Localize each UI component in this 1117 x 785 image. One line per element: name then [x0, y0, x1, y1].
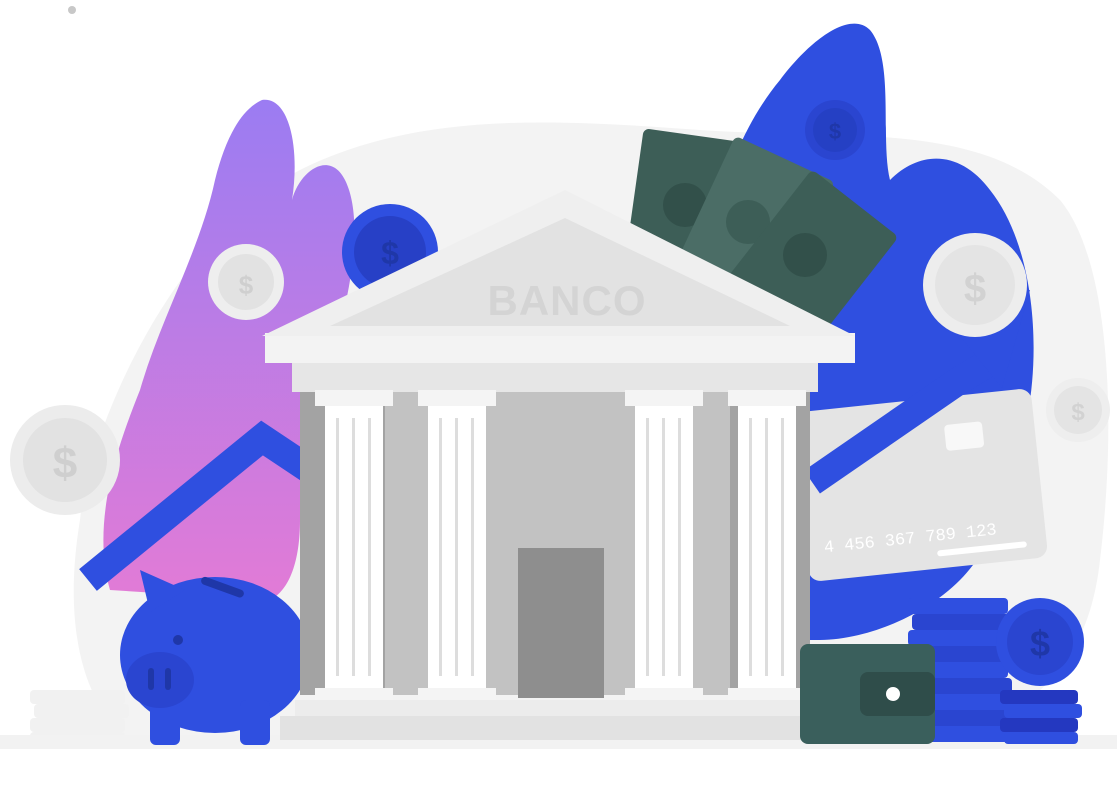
svg-text:$: $ [1071, 399, 1085, 426]
svg-text:$: $ [53, 439, 77, 488]
bank-illustration: 4 456 367 789 123 $ $ $ $ $ $ BANCO $ [0, 0, 1117, 785]
bank-sign: BANCO [488, 277, 647, 324]
svg-text:$: $ [829, 119, 841, 144]
bank-illustration-svg: 4 456 367 789 123 $ $ $ $ $ $ BANCO $ [0, 6, 1117, 749]
bank-column [728, 390, 806, 702]
decor-dot [68, 6, 76, 14]
coin-icon: $ [10, 405, 120, 515]
svg-text:$: $ [381, 235, 399, 271]
svg-text:$: $ [239, 270, 254, 300]
coin-icon: $ [805, 100, 865, 160]
svg-text:$: $ [1030, 623, 1050, 664]
coin-icon: $ [923, 233, 1027, 337]
wallet-icon [800, 644, 935, 744]
bank-column [418, 390, 496, 702]
coin-icon: $ [1046, 378, 1110, 442]
bank-column [315, 390, 393, 702]
bank-column [625, 390, 703, 702]
bank-door [518, 548, 604, 698]
svg-text:$: $ [964, 267, 986, 311]
coin-icon: $ [208, 244, 284, 320]
coin-icon: $ [996, 598, 1084, 686]
coin-stack-icon [1000, 690, 1082, 744]
